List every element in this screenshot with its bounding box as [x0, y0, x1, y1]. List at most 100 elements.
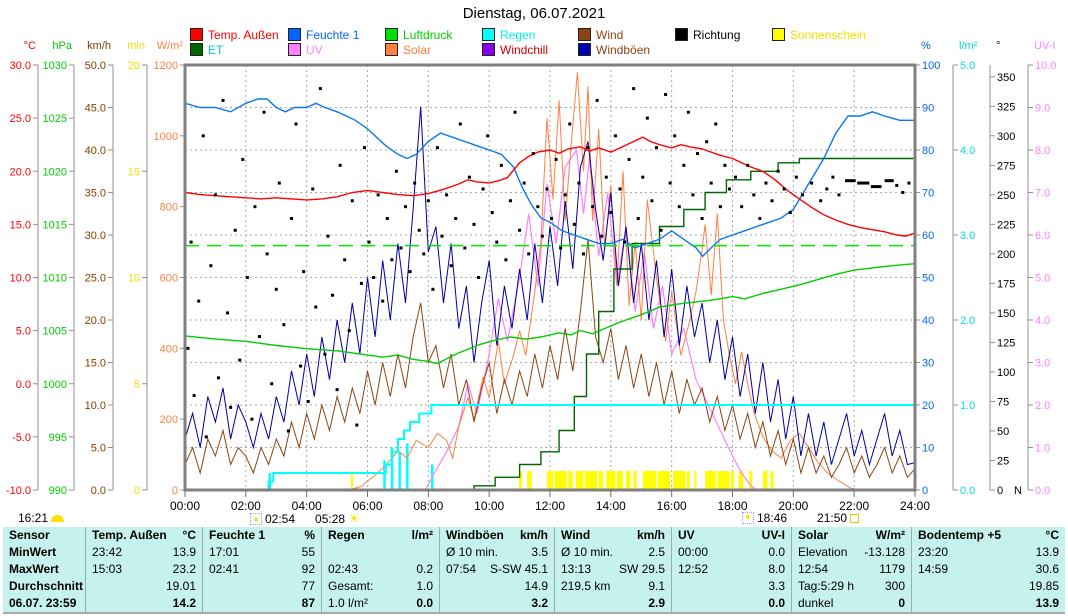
series-luftdruck	[185, 264, 915, 364]
windspeed-scale-tick: 20.0	[85, 315, 106, 327]
uv-scale-tick: 0.0	[1035, 485, 1050, 497]
windspeed-scale-tick: 10.0	[85, 400, 106, 412]
windspeed-scale-tick: 40.0	[85, 145, 106, 157]
row-label-3: Durchschnitt	[3, 578, 86, 595]
direction-dot	[758, 217, 761, 220]
humidity-scale-tick: 10	[922, 443, 934, 455]
temperature-scale-tick: 15.0	[10, 219, 31, 231]
direction-dot	[523, 182, 526, 185]
table-cell-5-1: 00:000.0	[672, 544, 792, 561]
direction-dot	[710, 182, 713, 185]
col-header-5: UVUV-I	[672, 527, 792, 544]
table-cell-0-4: 14.2	[86, 595, 203, 612]
direction-dot	[764, 182, 767, 185]
temperature-scale-tick: 5.0	[16, 326, 31, 338]
direction-dot	[655, 146, 658, 149]
direction-dot	[187, 347, 190, 350]
direction-dot	[275, 288, 278, 291]
direction-dot	[214, 193, 217, 196]
direction-dot	[307, 400, 310, 403]
direction-dot	[377, 193, 380, 196]
direction-dot	[399, 246, 402, 249]
sensor-stats-table: SensorTemp. Außen°CFeuchte 1%Regenl/m²Wi…	[3, 527, 1065, 614]
windspeed-scale-tick: 0.0	[91, 485, 106, 497]
direction-dot	[450, 264, 453, 267]
direction-dot	[669, 182, 672, 185]
sunshine-bar	[547, 471, 553, 489]
direction-dot	[723, 164, 726, 167]
direction-dot	[660, 229, 663, 232]
direction-dot	[618, 187, 621, 190]
uv-scale-tick: 4.0	[1035, 315, 1050, 327]
col-header-3: Windböenkm/h	[440, 527, 555, 544]
direction-dot	[837, 193, 840, 196]
direction-dot	[795, 176, 798, 179]
direction-dot	[746, 164, 749, 167]
sunshine-bar	[634, 471, 637, 489]
table-cell-1-4: 87	[203, 595, 322, 612]
direction-dot	[637, 217, 640, 220]
direction-dot	[901, 191, 904, 194]
direction-dot	[454, 217, 457, 220]
sunshine-scale-tick: 20	[128, 60, 140, 72]
table-cell-7-2: 14:5930.6	[912, 561, 1065, 578]
solar-scale-tick: 1200	[154, 60, 178, 72]
direction-dot	[436, 146, 439, 149]
sunshine-scale-tick: 15	[128, 166, 140, 178]
direction-dot	[355, 424, 358, 427]
direction-dot	[360, 282, 363, 285]
direction-dot	[413, 182, 416, 185]
direction-dot	[463, 246, 466, 249]
direction-dot	[241, 158, 244, 161]
direction-dot	[409, 270, 412, 273]
morning-markers: ▲ 02:54 05:28 ☀	[250, 511, 360, 527]
x-axis-label: 16:00	[657, 499, 687, 513]
sunset-square-icon	[850, 514, 859, 523]
direction-dot	[209, 264, 212, 267]
direction-scale-tick: 150	[997, 308, 1015, 320]
direction-dot	[445, 193, 448, 196]
direction-dot	[263, 111, 266, 114]
direction-dot	[229, 406, 232, 409]
table-cell-1-2: 02:4192	[203, 561, 322, 578]
pressure-scale-tick: 995	[49, 432, 67, 444]
direction-dot	[190, 241, 193, 244]
direction-dot	[646, 117, 649, 120]
direction-scale-tick: 75	[997, 396, 1009, 408]
day-length-label: 16:21	[18, 511, 48, 525]
temperature-scale-tick: -5.0	[12, 432, 31, 444]
uv-scale-tick: 2.0	[1035, 400, 1050, 412]
direction-dot	[907, 182, 910, 185]
solar-scale-tick: 800	[160, 202, 178, 214]
direction-dot	[728, 187, 731, 190]
direction-dot	[536, 205, 539, 208]
humidity-scale-tick: 70	[922, 188, 934, 200]
temperature-scale-tick: 0.0	[16, 379, 31, 391]
direction-dot	[441, 235, 444, 238]
windspeed-scale-tick: 50.0	[85, 60, 106, 72]
rain-scale-tick: 0.0	[960, 485, 975, 497]
x-axis-label: 24:00	[900, 499, 930, 513]
direction-dot	[582, 252, 585, 255]
moonrise-icon: ▲	[250, 513, 262, 525]
sunshine-bar	[585, 471, 597, 489]
direction-dot	[701, 217, 704, 220]
direction-scale-tick: 225	[997, 219, 1015, 231]
humidity-scale-tick: 20	[922, 400, 934, 412]
direction-dot	[831, 176, 834, 179]
windspeed-scale-tick: 45.0	[85, 103, 106, 115]
sunshine-bar	[705, 471, 716, 489]
x-axis-label: 00:00	[170, 499, 200, 513]
pressure-scale-tick: 1015	[43, 219, 67, 231]
row-label-2: MaxWert	[3, 561, 86, 578]
direction-dot	[295, 123, 298, 126]
direction-dot	[234, 229, 237, 232]
table-cell-0-2: 15:0323.2	[86, 561, 203, 578]
sunshine-scale-tick: 0	[134, 485, 140, 497]
direction-dot	[734, 176, 737, 179]
table-cell-6-1: Elevation-13.128	[792, 544, 912, 561]
direction-dot	[628, 158, 631, 161]
table-cell-4-3: 219.5 km9.1	[555, 578, 672, 595]
direction-dot	[290, 217, 293, 220]
col-header-6: SolarW/m²	[792, 527, 912, 544]
